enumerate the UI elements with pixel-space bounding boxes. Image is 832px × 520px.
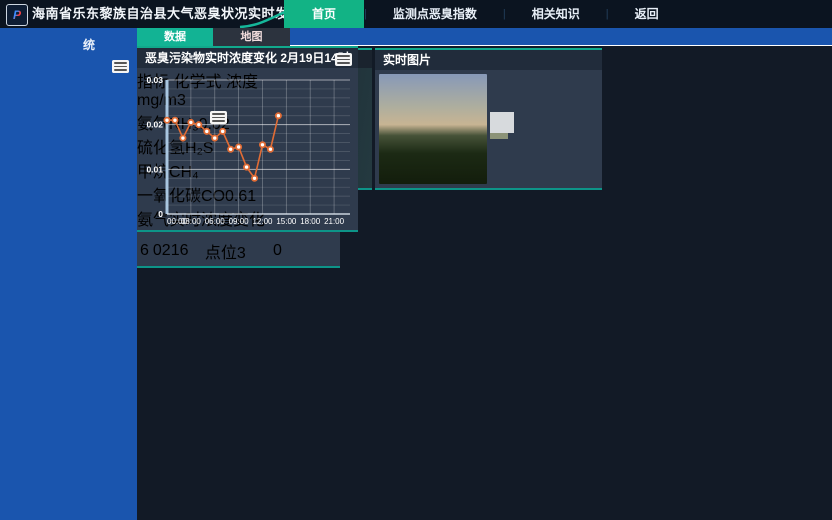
device-screen [490,112,500,120]
site-photo-left [379,74,487,184]
table-row: 60216点位30 [139,238,338,264]
site-photo-right [490,74,598,184]
nav-item-home[interactable]: 首页 [284,0,364,28]
chart-menu-icon[interactable] [210,111,227,124]
ammonia-chart-wrap: 氨气实时浓度变化 00.010.020.0300:0003:0006:0009:… [137,206,358,230]
device-cabinet [490,112,514,133]
svg-text:0.01: 0.01 [146,164,163,174]
chart-menu-icon[interactable] [335,53,352,66]
svg-text:0: 0 [158,209,163,219]
app-logo-icon[interactable]: P [6,4,28,26]
nav-item-knowledge[interactable]: 相关知识 [506,0,606,28]
odor-title: 恶臭污染物实时浓度变化 [145,51,277,65]
app-title-wrap: 统 [83,36,95,53]
device-pole [490,74,495,112]
panel-live-photos: 实时图片 [375,48,602,190]
svg-text:09:00: 09:00 [229,217,250,226]
photos-title: 实时图片 [375,50,602,70]
svg-text:06:00: 06:00 [205,217,226,226]
dashboard-content: 2022年2月19日 14:17:03 下午好 温室气体指数 00.511.50… [137,46,832,520]
nav-item-odor-index[interactable]: 监测点恶臭指数 [367,0,503,28]
main-nav: 首页 | 监测点恶臭指数 | 相关知识 | 返回 [284,0,685,28]
left-sidebar: 统 [0,28,137,520]
svg-text:15:00: 15:00 [276,217,297,226]
device-cabinet [379,129,413,157]
device-screen [379,129,394,140]
top-nav-bar: P 海南省乐东黎族自治县大气恶臭状况实时发布系 首页 | 监测点恶臭指数 | 相… [0,0,832,28]
ammonia-line-chart: 00.010.020.0300:0003:0006:0009:0012:0015… [137,70,358,230]
tab-strip: 数据 地图 [137,28,832,46]
device-base [379,157,409,166]
chart-menu-icon[interactable] [112,60,129,73]
odor-panel-header: 恶臭污染物实时浓度变化 2月19日14时 [137,48,358,68]
device-pole [379,77,385,129]
photo-row [379,74,598,184]
tab-map[interactable]: 地图 [213,28,290,46]
svg-text:0.02: 0.02 [146,120,163,130]
nav-item-back[interactable]: 返回 [609,0,685,28]
tab-data[interactable]: 数据 [137,28,213,46]
panel-odor-concentration: 恶臭污染物实时浓度变化 2月19日14时 指标 化学式 浓度 mg/m3 氨气N… [137,46,358,232]
svg-text:0.03: 0.03 [146,75,163,85]
device-base [490,133,508,139]
svg-text:21:00: 21:00 [324,217,345,226]
svg-text:03:00: 03:00 [181,217,202,226]
svg-text:18:00: 18:00 [300,217,321,226]
svg-text:12:00: 12:00 [252,217,273,226]
